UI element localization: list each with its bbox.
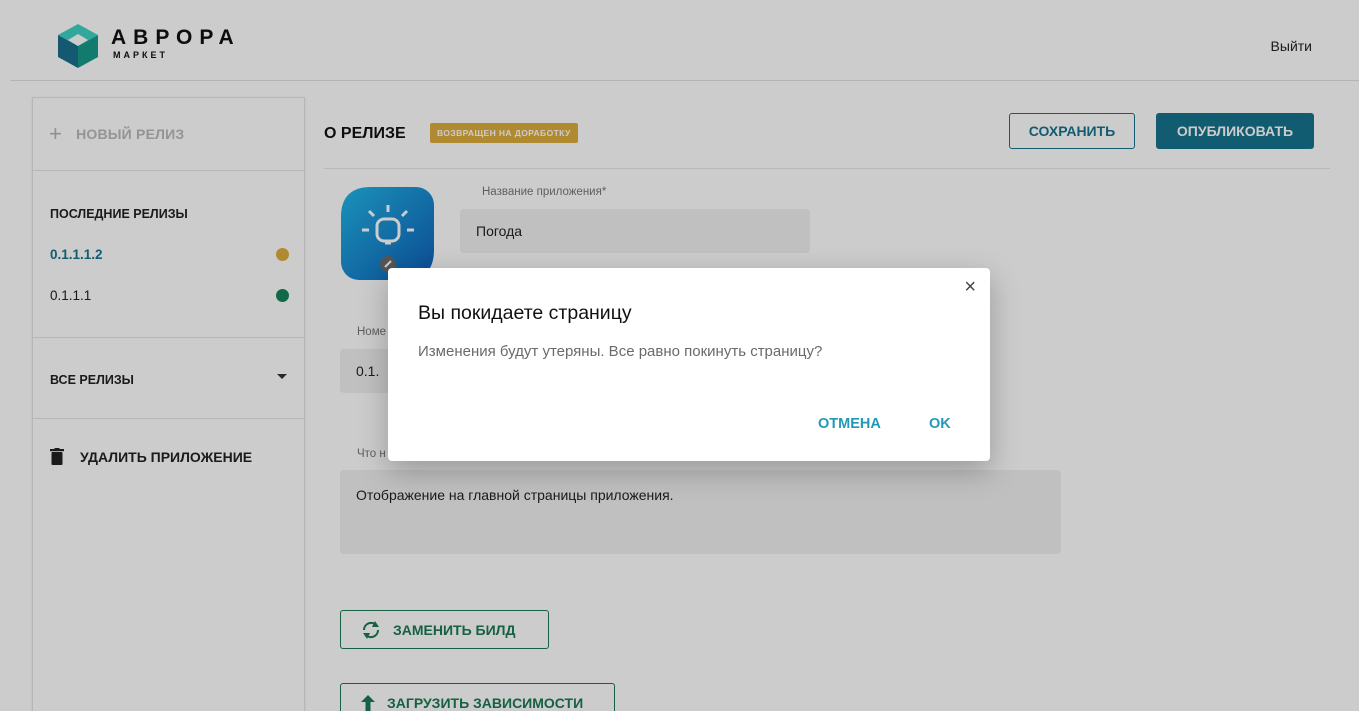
close-icon[interactable]: ×	[964, 276, 976, 299]
ok-button[interactable]: OK	[929, 416, 951, 432]
dialog-title: Вы покидаете страницу	[418, 302, 632, 324]
dialog-message: Изменения будут утеряны. Все равно покин…	[418, 343, 823, 360]
leave-page-dialog: Вы покидаете страницу Изменения будут ут…	[388, 268, 990, 461]
cancel-button[interactable]: ОТМЕНА	[818, 416, 881, 432]
